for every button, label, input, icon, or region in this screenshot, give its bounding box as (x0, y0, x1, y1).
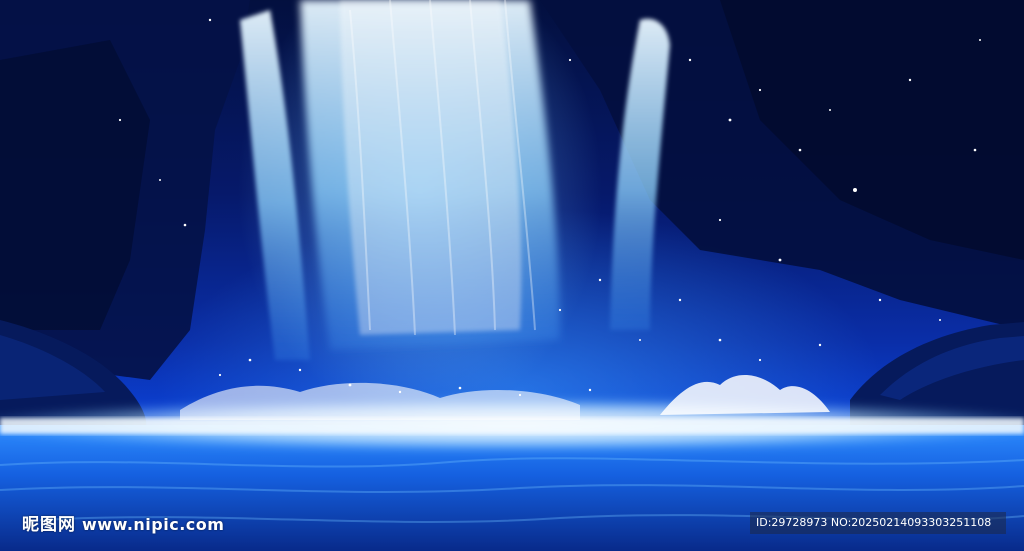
nipic-watermark: 昵图网 www.nipic.com (22, 510, 224, 535)
main-waterfall (300, 0, 560, 350)
watermark-url: www.nipic.com (82, 515, 225, 534)
splash (180, 374, 830, 420)
cliff-left (0, 0, 250, 380)
left-waterfall (240, 10, 310, 360)
image-id-bar: ID:29728973 NO:20250214093303251108 (750, 512, 1006, 534)
foam-band (0, 418, 1024, 434)
waterfall-scene: 昵图网 www.nipic.com ID:29728973 NO:2025021… (0, 0, 1024, 551)
waterfall-illustration (0, 0, 1024, 551)
watermark-site-name: 昵图网 (22, 515, 76, 535)
